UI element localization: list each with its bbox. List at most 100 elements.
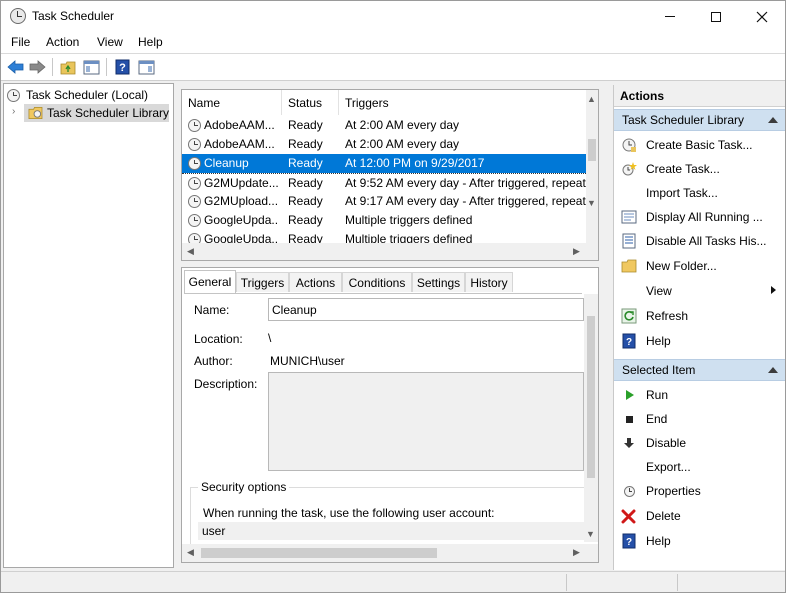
action-create-basic-task[interactable]: Create Basic Task... [614, 133, 785, 157]
tab-general[interactable]: General [184, 270, 236, 293]
details-scroll-thumb[interactable] [587, 316, 595, 478]
details-scroll-down-icon[interactable]: ▼ [582, 525, 599, 542]
menu-action[interactable]: Action [46, 35, 79, 49]
task-name: GoogleUpda... [204, 213, 278, 227]
column-header-triggers[interactable]: Triggers [339, 90, 586, 115]
table-row[interactable]: GoogleUpda... Ready Multiple triggers de… [182, 211, 586, 230]
collapse-caret-icon[interactable] [768, 117, 778, 123]
scroll-left-icon[interactable]: ◀ [182, 243, 199, 260]
action-delete[interactable]: Delete [614, 504, 785, 528]
menu-view[interactable]: View [97, 35, 123, 49]
create-task-icon [621, 161, 637, 177]
tab-settings[interactable]: Settings [412, 272, 465, 292]
minimize-button[interactable] [647, 1, 693, 32]
action-label: Import Task... [646, 186, 718, 200]
action-disable[interactable]: Disable [614, 431, 785, 455]
security-user-field[interactable]: user [198, 522, 584, 540]
tab-actions[interactable]: Actions [289, 272, 342, 292]
scroll-thumb[interactable] [588, 139, 596, 161]
status-bar [1, 571, 785, 592]
delete-icon [621, 508, 637, 524]
action-new-folder[interactable]: New Folder... [614, 254, 785, 278]
action-label: View [646, 284, 672, 298]
table-row[interactable]: GoogleUpda... Ready Multiple triggers de… [182, 230, 586, 243]
back-button[interactable] [6, 58, 25, 76]
scroll-right-icon[interactable]: ▶ [568, 243, 585, 260]
author-label: Author: [194, 354, 233, 368]
scroll-up-icon[interactable]: ▲ [583, 90, 600, 107]
tree-node-root[interactable]: Task Scheduler (Local) [7, 86, 173, 104]
column-header-name[interactable]: Name [182, 90, 282, 115]
section-header-selected-item[interactable]: Selected Item [614, 359, 785, 381]
task-clock-icon [188, 157, 201, 170]
security-account-text: When running the task, use the following… [203, 506, 495, 520]
action-label: Run [646, 388, 669, 402]
task-list-vertical-scrollbar[interactable]: ▲ ▼ [586, 90, 598, 243]
task-clock-icon [188, 119, 201, 132]
action-help[interactable]: ? Help [614, 329, 785, 353]
action-view[interactable]: View [614, 279, 785, 303]
action-export[interactable]: Export... [614, 455, 785, 479]
action-run[interactable]: Run [614, 383, 785, 407]
action-properties[interactable]: Properties [614, 479, 785, 503]
action-create-task[interactable]: Create Task... [614, 157, 785, 181]
action-label: Create Task... [646, 162, 720, 176]
section-header-library[interactable]: Task Scheduler Library [614, 109, 785, 131]
action-label: Disable [646, 436, 687, 450]
close-button[interactable] [739, 1, 785, 32]
table-row[interactable]: G2MUpdate... Ready At 9:52 AM every day … [182, 173, 586, 192]
action-display-running[interactable]: Display All Running ... [614, 205, 785, 229]
window-title: Task Scheduler [32, 9, 115, 23]
up-folder-button[interactable] [59, 58, 78, 76]
details-scroll-right-icon[interactable]: ▶ [568, 544, 585, 561]
maximize-button[interactable] [693, 1, 739, 32]
menu-help[interactable]: Help [138, 35, 163, 49]
table-row[interactable]: AdobeAAM... Ready At 2:00 AM every day [182, 135, 586, 154]
show-hide-console-tree-button[interactable] [82, 58, 101, 76]
details-scroll-left-icon[interactable]: ◀ [182, 544, 199, 561]
expand-chevron-icon[interactable]: › [12, 106, 15, 117]
action-help-selected[interactable]: ? Help [614, 529, 785, 553]
create-basic-task-icon [621, 137, 637, 153]
name-field[interactable]: Cleanup [268, 298, 584, 321]
table-row[interactable]: G2MUpload... Ready At 9:17 AM every day … [182, 192, 586, 211]
menu-file[interactable]: File [11, 35, 30, 49]
tree-node-library[interactable]: Task Scheduler Library [24, 104, 169, 122]
toolbar: ? [1, 54, 785, 81]
console-tree-pane: Task Scheduler (Local) Task Scheduler Li… [3, 83, 174, 568]
column-header-status[interactable]: Status [282, 90, 339, 115]
task-clock-icon [188, 233, 201, 243]
task-triggers: At 2:00 AM every day [345, 118, 460, 132]
details-hscroll-thumb[interactable] [201, 548, 437, 558]
scroll-down-icon[interactable]: ▼ [583, 194, 600, 211]
show-action-pane-button[interactable] [137, 58, 156, 76]
refresh-icon [621, 308, 637, 324]
task-list-horizontal-scrollbar[interactable]: ◀ ▶ [182, 243, 598, 260]
help-toolbar-button[interactable]: ? [113, 58, 132, 76]
task-status: Ready [288, 232, 323, 243]
task-scheduler-window: Task Scheduler File Action View Help ? T… [0, 0, 786, 593]
collapse-caret-icon[interactable] [768, 367, 778, 373]
action-refresh[interactable]: Refresh [614, 304, 785, 328]
description-field[interactable] [268, 372, 584, 471]
tab-conditions[interactable]: Conditions [342, 272, 412, 292]
tab-history[interactable]: History [465, 272, 513, 292]
action-label: Help [646, 534, 671, 548]
action-import-task[interactable]: Import Task... [614, 181, 785, 205]
action-disable-all-history[interactable]: Disable All Tasks His... [614, 229, 785, 253]
disable-history-icon [621, 233, 637, 249]
console-tree-icon [83, 60, 100, 74]
tab-triggers[interactable]: Triggers [236, 272, 289, 292]
table-row[interactable]: AdobeAAM... Ready At 2:00 AM every day [182, 116, 586, 135]
task-name: AdobeAAM... [204, 118, 275, 132]
forward-button[interactable] [28, 58, 47, 76]
task-status: Ready [288, 118, 323, 132]
task-triggers: At 9:52 AM every day - After triggered, … [345, 176, 586, 190]
details-vertical-scrollbar[interactable]: ▼ [584, 294, 598, 542]
details-horizontal-scrollbar[interactable]: ◀ ▶ [182, 544, 598, 562]
action-end[interactable]: End [614, 407, 785, 431]
task-name: GoogleUpda... [204, 232, 278, 243]
table-row-selected[interactable]: Cleanup Ready At 12:00 PM on 9/29/2017 [182, 154, 586, 173]
run-icon [621, 387, 637, 403]
actions-pane: Actions Task Scheduler Library Create Ba… [613, 85, 785, 570]
